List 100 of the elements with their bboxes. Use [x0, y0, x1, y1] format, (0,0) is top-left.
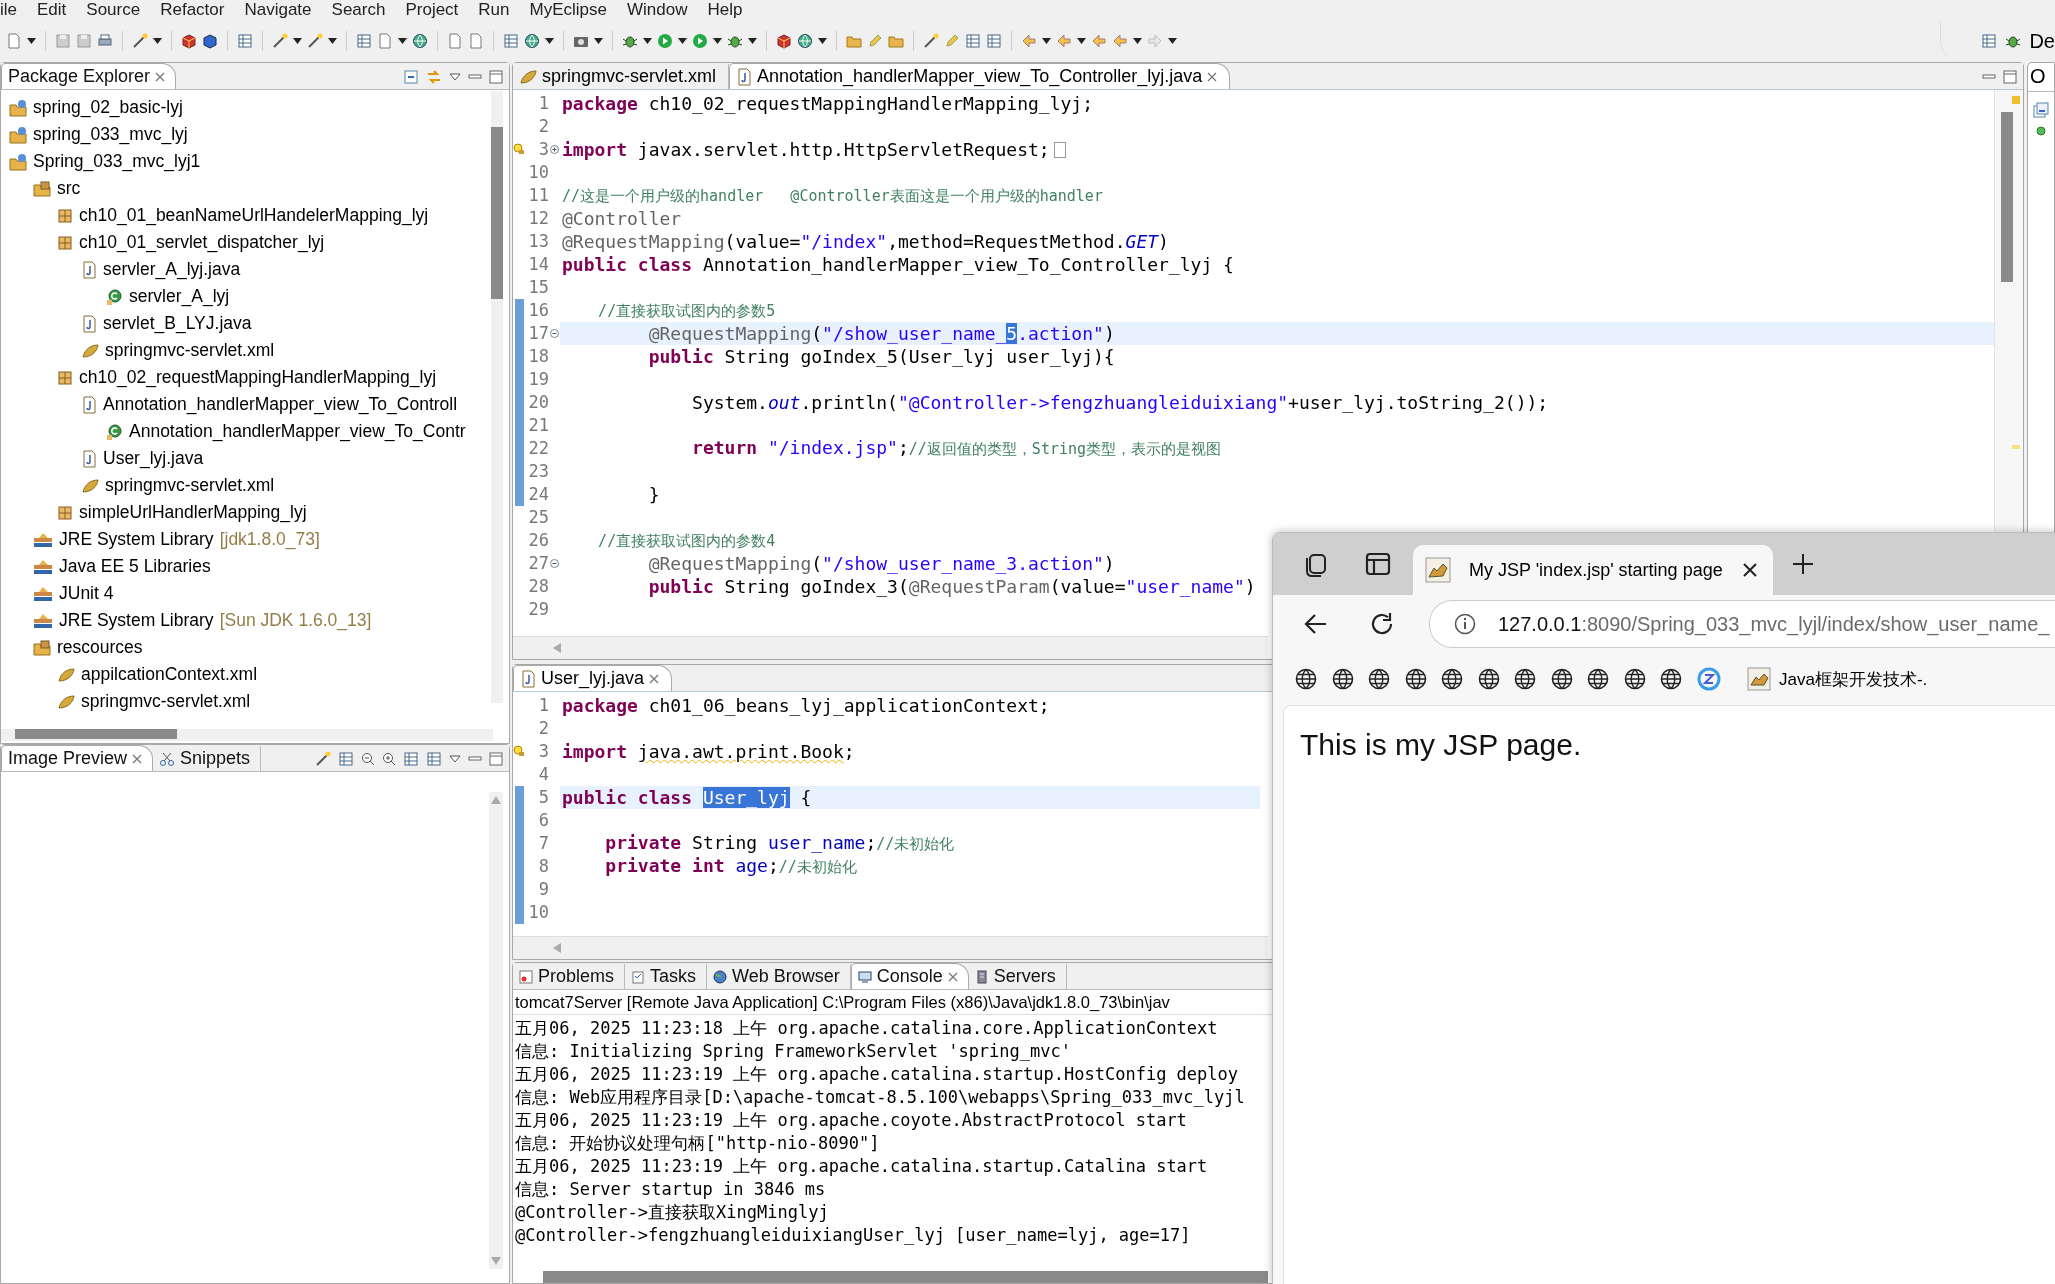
- tree-item[interactable]: servler_A_lyj.java: [103, 259, 241, 280]
- tree-item[interactable]: springmvc-servlet.xml: [105, 475, 275, 496]
- tree-item[interactable]: Java EE 5 Libraries: [59, 556, 211, 577]
- caret-icon[interactable]: [398, 38, 407, 44]
- wand-icon[interactable]: [132, 33, 148, 49]
- maximize-icon[interactable]: [489, 751, 503, 766]
- document-icon[interactable]: [468, 33, 484, 49]
- maximize-icon[interactable]: [489, 69, 503, 84]
- caret-icon[interactable]: [748, 38, 757, 44]
- caret-icon[interactable]: [594, 38, 603, 44]
- minimize-icon[interactable]: [468, 71, 482, 82]
- bug-icon[interactable]: [622, 33, 638, 49]
- maximize-icon[interactable]: [2003, 69, 2017, 84]
- caret-icon[interactable]: [643, 38, 652, 44]
- menu-item[interactable]: Search: [321, 0, 396, 20]
- globe-icon[interactable]: [1514, 668, 1536, 690]
- globe-icon[interactable]: [1295, 668, 1317, 690]
- warning-marker[interactable]: [2012, 96, 2020, 104]
- scrollbar[interactable]: [543, 1271, 1268, 1283]
- view-tab[interactable]: O: [2028, 63, 2054, 92]
- table-icon[interactable]: [1981, 33, 1998, 49]
- table-icon[interactable]: [426, 750, 442, 767]
- view-tab[interactable]: Web Browser: [707, 964, 851, 989]
- new-tab-icon[interactable]: [1791, 552, 1815, 576]
- address-field[interactable]: 127.0.0.1:8090/Spring_033_mvc_lyjl/index/show_user_name_: [1429, 600, 2055, 648]
- wand-icon[interactable]: [923, 33, 939, 49]
- caret-icon[interactable]: [818, 38, 827, 44]
- globe-icon[interactable]: [412, 33, 428, 49]
- collapse-icon[interactable]: [550, 329, 559, 338]
- table-icon[interactable]: [403, 750, 419, 767]
- view-tab[interactable]: Package Explorer: [1, 63, 177, 89]
- tree-item[interactable]: JUnit 4: [59, 583, 114, 604]
- globe-icon[interactable]: [1404, 668, 1427, 690]
- menu-item[interactable]: Edit: [27, 0, 77, 20]
- folder-icon[interactable]: [888, 33, 904, 49]
- tree-item[interactable]: springmvc-servlet.xml: [105, 340, 275, 361]
- caret-icon[interactable]: [1042, 38, 1051, 44]
- globe-icon[interactable]: [1587, 668, 1609, 690]
- cube-icon[interactable]: [181, 33, 197, 49]
- globe-icon[interactable]: [524, 33, 540, 49]
- globe-icon[interactable]: [1477, 668, 1500, 690]
- globe-icon[interactable]: [1660, 668, 1682, 690]
- folded-code-box[interactable]: [1053, 141, 1066, 158]
- swirl-icon[interactable]: [1696, 667, 1721, 691]
- globe-icon[interactable]: [1623, 668, 1646, 690]
- tree-item[interactable]: appilcationContext.xml: [81, 664, 258, 685]
- menu-item[interactable]: MyEclipse: [519, 0, 617, 20]
- caret-icon[interactable]: [27, 38, 36, 44]
- tree-item[interactable]: springmvc-servlet.xml: [81, 691, 251, 712]
- wand-icon[interactable]: [307, 33, 323, 49]
- tree-item[interactable]: ch10_02_requestMappingHandlerMapping_lyj: [79, 367, 437, 388]
- tree-item[interactable]: src: [57, 178, 81, 199]
- tree-item[interactable]: Spring_033_mvc_lyj1: [33, 151, 201, 172]
- menu-item[interactable]: ile: [0, 0, 27, 20]
- caret-icon[interactable]: [1133, 38, 1142, 44]
- menu-item[interactable]: Navigate: [234, 0, 322, 20]
- bug-icon[interactable]: [2005, 33, 2022, 49]
- left-arrow-icon[interactable]: [1056, 33, 1072, 49]
- expand-icon[interactable]: [550, 145, 559, 154]
- occurrence-marker[interactable]: [2012, 445, 2020, 449]
- minimize-icon[interactable]: [468, 753, 482, 764]
- play-icon[interactable]: [657, 33, 673, 49]
- bug-icon[interactable]: [727, 33, 743, 49]
- play-icon[interactable]: [692, 33, 708, 49]
- scrollbar[interactable]: [513, 636, 1268, 659]
- browser-tab[interactable]: My JSP 'index.jsp' starting page: [1413, 545, 1773, 595]
- menu-item[interactable]: Run: [468, 0, 520, 20]
- close-icon[interactable]: [1740, 561, 1759, 579]
- caret-icon[interactable]: [1077, 38, 1086, 44]
- globe-icon[interactable]: [1368, 668, 1390, 690]
- table-icon[interactable]: [338, 750, 354, 767]
- tree-item[interactable]: ch10_01_servlet_dispatcher_lyj: [79, 232, 325, 253]
- restore-icon[interactable]: [2033, 102, 2049, 118]
- view-tab[interactable]: Problems: [513, 964, 626, 989]
- view-tab[interactable]: Snippets: [153, 746, 262, 771]
- cube-icon[interactable]: [202, 33, 218, 49]
- globe-icon[interactable]: [797, 33, 813, 49]
- tree-item[interactable]: Annotation_handlerMapper_view_To_Contr: [129, 421, 466, 442]
- globe-icon[interactable]: [1550, 668, 1573, 690]
- collapse-icon[interactable]: [550, 559, 559, 568]
- globe-icon[interactable]: [1441, 668, 1463, 690]
- tree-item[interactable]: Annotation_handlerMapper_view_To_Controll: [103, 394, 458, 415]
- minimize-icon[interactable]: [1982, 71, 1996, 82]
- cube-icon[interactable]: [776, 33, 792, 49]
- caret-icon[interactable]: [1168, 38, 1177, 44]
- left-arrow-icon[interactable]: [1021, 33, 1037, 49]
- document-icon[interactable]: [377, 33, 393, 49]
- zoom-out-icon[interactable]: [361, 751, 375, 766]
- view-tab[interactable]: Servers: [968, 964, 1067, 989]
- caret-icon[interactable]: [328, 38, 337, 44]
- zoom-in-icon[interactable]: [382, 751, 396, 766]
- scrollbar[interactable]: [513, 936, 1268, 959]
- info-icon[interactable]: [1454, 613, 1476, 635]
- editor-tab[interactable]: Annotation_handlerMapper_view_To_Controller_lyj.java: [729, 63, 1231, 89]
- perspective-button[interactable]: De: [2029, 29, 2055, 53]
- printer-icon[interactable]: [97, 33, 113, 49]
- tree-item[interactable]: servler_A_lyj: [129, 286, 230, 307]
- scrollbar[interactable]: [491, 91, 503, 703]
- table-icon[interactable]: [965, 33, 981, 49]
- caret-icon[interactable]: [545, 38, 554, 44]
